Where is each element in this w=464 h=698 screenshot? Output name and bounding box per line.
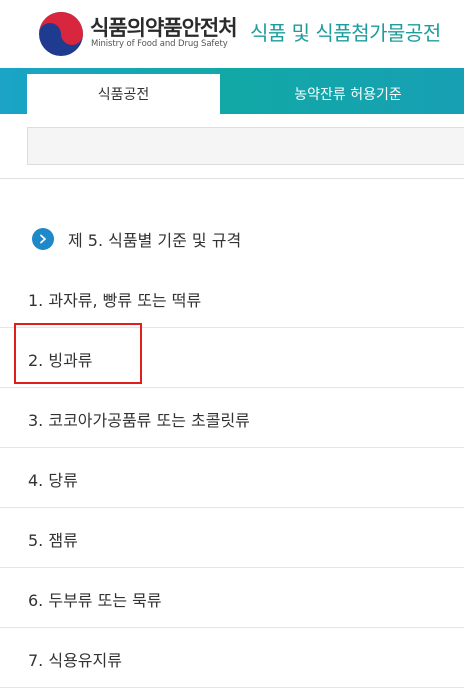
- chapter-heading[interactable]: 제 5. 식품별 기준 및 규격: [32, 227, 241, 251]
- list-item-label: 1. 과자류, 빵류 또는 떡류: [28, 291, 202, 310]
- list-item-edible-oils[interactable]: 7. 식용유지류: [0, 628, 464, 688]
- list-item-sugars[interactable]: 4. 당류: [0, 448, 464, 508]
- org-name-ko[interactable]: 식품의약품안전처: [90, 12, 238, 42]
- chapter-title: 제 5. 식품별 기준 및 규격: [68, 231, 242, 250]
- list-item-label: 6. 두부류 또는 묵류: [28, 591, 162, 610]
- list-item-confectionery[interactable]: 1. 과자류, 빵류 또는 떡류: [0, 268, 464, 328]
- list-item-label: 4. 당류: [28, 471, 78, 490]
- list-item-label: 7. 식용유지류: [28, 651, 122, 670]
- list-item-cocoa-chocolate[interactable]: 3. 코코아가공품류 또는 초콜릿류: [0, 388, 464, 448]
- taegeuk-logo-icon: [39, 12, 83, 56]
- page: 식품의약품안전처 Ministry of Food and Drug Safet…: [0, 0, 464, 698]
- search-input[interactable]: [27, 127, 464, 165]
- tab-food-code[interactable]: 식품공전: [27, 74, 220, 114]
- list-item-label: 2. 빙과류: [28, 351, 93, 370]
- category-list: 1. 과자류, 빵류 또는 떡류 2. 빙과류 3. 코코아가공품류 또는 초콜…: [0, 268, 464, 688]
- tab-pesticide-residue[interactable]: 농약잔류 허용기준: [232, 74, 464, 114]
- header: 식품의약품안전처 Ministry of Food and Drug Safet…: [0, 0, 464, 68]
- list-item-label: 5. 잼류: [28, 531, 78, 550]
- list-item-frozen-desserts[interactable]: 2. 빙과류: [0, 328, 464, 388]
- site-title[interactable]: 식품 및 식품첨가물공전: [250, 17, 441, 46]
- list-item-label: 3. 코코아가공품류 또는 초콜릿류: [28, 411, 250, 430]
- list-item-tofu-muk[interactable]: 6. 두부류 또는 묵류: [0, 568, 464, 628]
- chevron-right-circle-icon: [32, 228, 54, 250]
- list-item-jams[interactable]: 5. 잼류: [0, 508, 464, 568]
- divider: [0, 178, 464, 179]
- org-name-en: Ministry of Food and Drug Safety: [91, 39, 228, 49]
- tab-bar: 식품공전 농약잔류 허용기준: [0, 68, 464, 114]
